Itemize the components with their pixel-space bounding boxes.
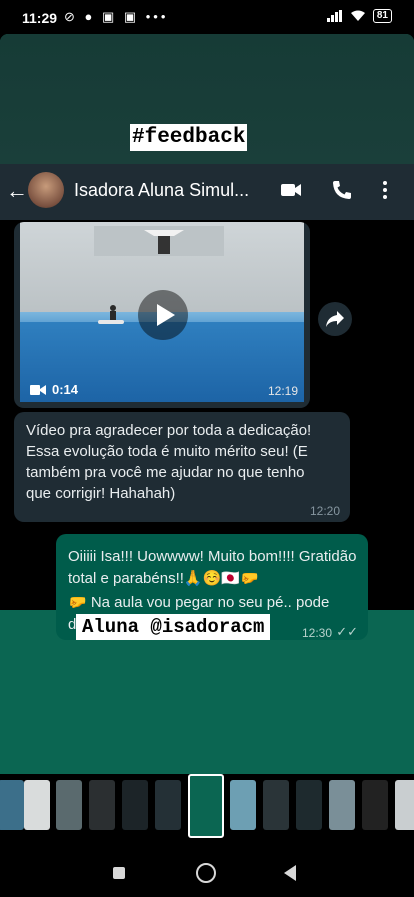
phone-icon[interactable] [330,178,354,202]
story-thumbnail[interactable] [230,780,256,830]
caption-sticker: Aluna @isadoracm [76,614,271,640]
back-button[interactable] [284,865,296,881]
story-thumbnail-selected[interactable] [188,774,224,838]
back-arrow-icon[interactable]: ← [6,178,28,204]
surfer-icon [98,305,124,324]
story-thumbnail[interactable] [122,780,148,830]
video-duration: 0:14 [52,382,79,397]
wifi-icon [350,10,365,21]
story-thumbnail[interactable] [0,780,24,830]
chat-screenshot: ← Isadora Aluna Simul... 0:14 12:19 Víde… [0,164,414,640]
forward-button[interactable] [318,302,352,336]
incoming-message-text: Vídeo pra agradecer por toda a dedicação… [26,422,312,502]
forward-icon [326,311,344,327]
outgoing-timestamp: 12:30 [301,626,332,640]
incoming-message[interactable]: Vídeo pra agradecer por toda a dedicação… [14,412,350,522]
system-icons: 81 [326,9,392,23]
signal-icon [326,10,342,22]
chat-header: ← Isadora Aluna Simul... [0,164,414,220]
video-call-icon[interactable] [279,178,303,202]
video-message[interactable]: 0:14 12:19 [14,222,310,408]
status-bar: 11:29 ⊘ ● ▣ ▣ ••• 81 [0,0,414,34]
video-timestamp: 12:19 [267,384,298,398]
play-icon [157,304,175,326]
story-card[interactable]: #feedback ← Isadora Aluna Simul... 0:14 … [0,34,414,774]
story-thumbnail[interactable] [155,780,181,830]
story-thumbnail[interactable] [329,780,355,830]
clock: 11:29 [22,10,58,26]
contact-name[interactable]: Isadora Aluna Simul... [74,180,249,201]
story-thumbnail[interactable] [89,780,115,830]
recents-button[interactable] [113,867,125,879]
incoming-timestamp: 12:20 [309,504,340,518]
story-thumbnail[interactable] [395,780,414,830]
story-thumbnail[interactable] [24,780,50,830]
story-thumbnail[interactable] [56,780,82,830]
story-thumbnail[interactable] [362,780,388,830]
story-thumbnail-strip [0,774,414,838]
avatar[interactable] [28,172,64,208]
more-options-icon[interactable] [373,178,397,202]
outgoing-message-line-1: Oiiiii Isa!!! Uowwww! Muito bom!!!! Grat… [68,548,357,587]
lifeguard-tower-icon [94,226,224,256]
video-camera-icon [30,385,46,395]
home-button[interactable] [196,863,216,883]
story-thumbnail[interactable] [263,780,289,830]
story-thumbnail[interactable] [296,780,322,830]
navigation-bar [0,840,414,897]
hashtag-sticker: #feedback [130,124,248,151]
battery-icon: 81 [372,9,392,23]
read-receipt-icon: ✓✓ [336,624,358,639]
notification-icons: ⊘ ● ▣ ▣ ••• [64,9,169,24]
